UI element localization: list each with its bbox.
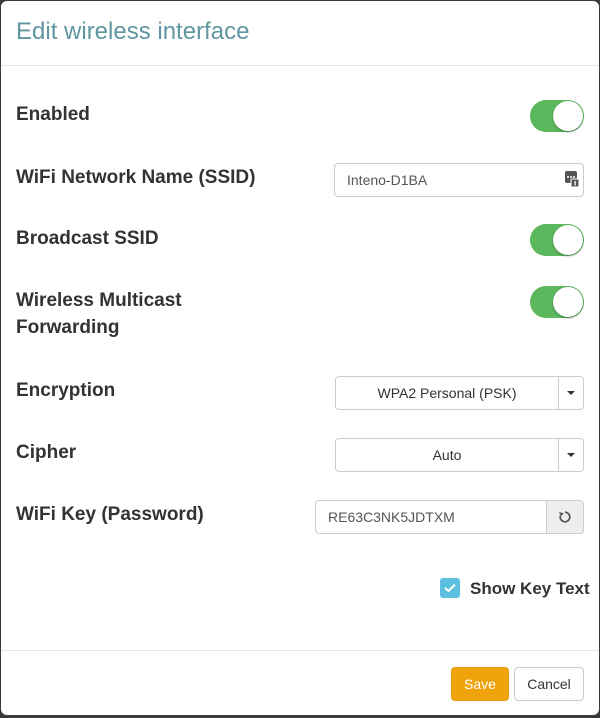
caret-down-icon[interactable] bbox=[559, 439, 583, 471]
show-key-control[interactable]: Show Key Text bbox=[440, 577, 590, 601]
ssid-label: WiFi Network Name (SSID) bbox=[16, 167, 256, 188]
modal-title: Edit wireless interface bbox=[16, 18, 250, 45]
multicast-label-line2: Forwarding bbox=[16, 317, 120, 338]
save-button[interactable]: Save bbox=[451, 667, 509, 701]
enabled-toggle[interactable] bbox=[530, 100, 584, 132]
row-show-key: Show Key Text bbox=[16, 577, 590, 601]
enabled-label: Enabled bbox=[16, 104, 90, 125]
modal-header: Edit wireless interface bbox=[1, 1, 599, 66]
text-snippet-icon[interactable] bbox=[565, 171, 580, 188]
cancel-button[interactable]: Cancel bbox=[514, 667, 584, 701]
caret-down-icon[interactable] bbox=[559, 377, 583, 409]
wifi-key-group bbox=[315, 500, 584, 534]
cipher-select[interactable]: Auto bbox=[335, 438, 584, 472]
checkmark-icon bbox=[444, 583, 456, 593]
encryption-selected-value: WPA2 Personal (PSK) bbox=[336, 377, 559, 409]
toggle-knob bbox=[553, 101, 583, 131]
edit-wireless-modal: Edit wireless interface Enabled WiFi Net… bbox=[1, 1, 599, 715]
toggle-knob bbox=[553, 225, 583, 255]
modal-footer: Save Cancel bbox=[1, 650, 599, 715]
ssid-input[interactable] bbox=[334, 163, 584, 197]
row-cipher: Cipher Auto bbox=[16, 438, 584, 472]
broadcast-ssid-toggle[interactable] bbox=[530, 224, 584, 256]
encryption-label: Encryption bbox=[16, 380, 116, 401]
encryption-select[interactable]: WPA2 Personal (PSK) bbox=[335, 376, 584, 410]
multicast-forwarding-toggle[interactable] bbox=[530, 286, 584, 318]
row-wifi-key: WiFi Key (Password) bbox=[16, 500, 584, 534]
broadcast-ssid-label: Broadcast SSID bbox=[16, 228, 159, 249]
row-multicast-forwarding: Wireless Multicast Forwarding bbox=[16, 286, 584, 344]
cipher-selected-value: Auto bbox=[336, 439, 559, 471]
regenerate-key-button[interactable] bbox=[546, 500, 584, 534]
wifi-key-label: WiFi Key (Password) bbox=[16, 504, 204, 525]
toggle-knob bbox=[553, 287, 583, 317]
row-encryption: Encryption WPA2 Personal (PSK) bbox=[16, 376, 584, 410]
wifi-key-input[interactable] bbox=[315, 500, 547, 534]
multicast-label: Wireless Multicast Forwarding bbox=[16, 287, 182, 341]
cipher-label: Cipher bbox=[16, 442, 77, 463]
row-broadcast-ssid: Broadcast SSID bbox=[16, 224, 584, 256]
show-key-checkbox[interactable] bbox=[440, 578, 460, 598]
multicast-label-line1: Wireless Multicast bbox=[16, 290, 182, 311]
refresh-icon bbox=[558, 511, 571, 523]
row-ssid: WiFi Network Name (SSID) bbox=[16, 163, 584, 197]
row-enabled: Enabled bbox=[16, 100, 584, 132]
show-key-label: Show Key Text bbox=[470, 579, 590, 598]
